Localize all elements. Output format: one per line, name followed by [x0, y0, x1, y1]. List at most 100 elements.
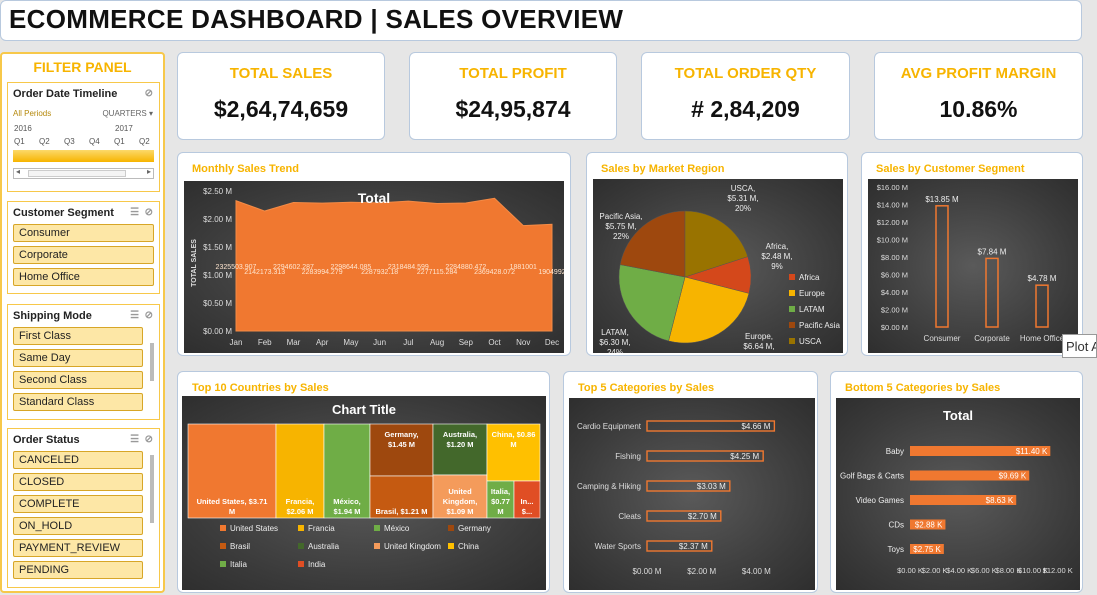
multi-select-icon[interactable]: ☰ — [130, 434, 139, 445]
scroll-left-icon[interactable]: ◂ — [16, 167, 20, 176]
timeline-title: Order Date Timeline — [13, 88, 118, 100]
clear-filter-icon[interactable]: ⊘ — [145, 88, 153, 99]
quarter-label: Q2 — [39, 137, 50, 146]
legend-swatch — [789, 322, 795, 328]
legend-label: India — [308, 560, 326, 569]
slicer-item-first-class[interactable]: First Class — [13, 327, 143, 345]
clear-filter-icon[interactable]: ⊘ — [145, 434, 153, 445]
multi-select-icon[interactable]: ☰ — [130, 310, 139, 321]
multi-select-icon[interactable]: ☰ — [130, 207, 139, 218]
slice-label: $6.30 M, — [599, 338, 630, 347]
customer-segment-slicer: Customer Segment ☰ ⊘ Consumer Corporate … — [7, 201, 160, 294]
monthly-sales-chart[interactable]: $0.00 M $0.50 M $1.00 M $1.50 M $2.00 M $2.50… — [184, 181, 566, 353]
kpi-card-total-order-qty: TOTAL ORDER QTY # 2,84,209 — [641, 52, 850, 140]
x-tick-label: Dec — [545, 338, 559, 347]
kpi-value: # 2,84,209 — [691, 96, 800, 122]
plot-area-tooltip: Plot A — [1062, 334, 1097, 358]
scroll-right-icon[interactable]: ▸ — [147, 167, 151, 176]
x-tick-label: $0.00 M — [633, 567, 662, 576]
kpi-card-total-sales: TOTAL SALES $2,64,74,659 — [177, 52, 385, 140]
x-tick-label: Jul — [403, 338, 413, 347]
x-tick-label: Apr — [316, 338, 329, 347]
slicer-item-on-hold[interactable]: ON_HOLD — [13, 517, 143, 535]
timeline-unit-dropdown[interactable]: QUARTERS ▾ — [102, 109, 153, 118]
slice-label: 24% — [607, 348, 623, 353]
legend-swatch — [448, 525, 454, 531]
tile-label: M — [497, 507, 503, 516]
customer-segment-chart[interactable]: $0.00 M $2.00 M $4.00 M $6.00 M $8.00 M $10.0… — [868, 179, 1078, 353]
x-tick-label: $0.00 K — [897, 566, 923, 575]
slicer-scrollbar[interactable] — [150, 343, 154, 381]
quarter-label: Q1 — [14, 137, 25, 146]
data-label: $7.84 M — [978, 247, 1007, 256]
slice-label: Europe, — [745, 332, 773, 341]
top-categories-chart[interactable]: Cardio Equipment $4.66 M Fishing $4.25 M Cam… — [569, 398, 815, 590]
category-label: Fishing — [615, 452, 641, 461]
legend-label: China — [458, 542, 479, 551]
y-tick-label: $12.00 M — [877, 218, 908, 227]
y-tick-label: $6.00 M — [881, 271, 908, 280]
x-tick-label: $6.00 K — [971, 566, 997, 575]
x-tick-label: Mar — [287, 338, 301, 347]
data-label: 1881001 — [510, 264, 537, 271]
tile-label: Brasil, $1.21 M — [375, 507, 427, 516]
y-tick-label: $1.50 M — [203, 243, 232, 252]
market-region-panel: Sales by Market Region Africa, $2.48 M, 9%… — [586, 152, 848, 361]
legend-swatch — [374, 543, 380, 549]
market-region-chart[interactable]: Africa,$2.48 M,9% Europe,$6.64 M,25% LATAM… — [593, 179, 843, 361]
slicer-item-closed[interactable]: CLOSED — [13, 473, 143, 491]
category-label: Cleats — [618, 512, 641, 521]
order-date-timeline[interactable]: Order Date Timeline ⊘ All Periods QUARTE… — [7, 82, 160, 192]
legend-swatch — [374, 525, 380, 531]
tile-label: In... — [521, 497, 534, 506]
category-label: Camping & Hiking — [577, 482, 641, 491]
legend-swatch — [448, 543, 454, 549]
timeline-scrollbar[interactable]: ◂ ▸ — [13, 167, 154, 179]
top-countries-panel: Top 10 Countries by Sales Chart Title Uni… — [177, 371, 550, 593]
category-label: Cardio Equipment — [577, 422, 642, 431]
panel-title: Sales by Market Region — [601, 163, 725, 175]
slicer-scrollbar[interactable] — [150, 455, 154, 523]
y-tick-label: $0.50 M — [203, 299, 232, 308]
customer-segment-panel: Sales by Customer Segment $0.00 M $2.00 M… — [861, 152, 1083, 356]
slicer-item-payment-review[interactable]: PAYMENT_REVIEW — [13, 539, 143, 557]
top-countries-chart[interactable]: Chart Title United States, $3.71 M Francia,… — [182, 396, 546, 590]
slicer-item-home-office[interactable]: Home Office — [13, 268, 154, 286]
kpi-label: TOTAL PROFIT — [459, 65, 567, 82]
slicer-item-canceled[interactable]: CANCELED — [13, 451, 143, 469]
tile-label: M — [510, 440, 516, 449]
slicer-item-pending[interactable]: PENDING — [13, 561, 143, 579]
slicer-item-complete[interactable]: COMPLETE — [13, 495, 143, 513]
monthly-sales-panel: Monthly Sales Trend $0.00 M $0.50 M $1.00 … — [177, 152, 571, 356]
slicer-item-standard-class[interactable]: Standard Class — [13, 393, 143, 411]
slice-label: $6.64 M, — [743, 342, 774, 351]
slicer-item-second-class[interactable]: Second Class — [13, 371, 143, 389]
clear-filter-icon[interactable]: ⊘ — [145, 310, 153, 321]
quarter-label: Q3 — [64, 137, 75, 146]
data-label: $4.78 M — [1028, 274, 1057, 283]
slicer-title: Customer Segment — [13, 207, 114, 219]
bottom-categories-chart[interactable]: Total Baby $11.40 K Golf Bags & Carts $9.69 … — [836, 398, 1080, 590]
x-tick-label: Nov — [516, 338, 530, 347]
slicer-item-corporate[interactable]: Corporate — [13, 246, 154, 264]
slice-label: USCA, — [731, 184, 755, 193]
data-label: $2.70 M — [688, 512, 717, 521]
slice-label: $2.48 M, — [761, 252, 792, 261]
x-tick-label: Oct — [488, 338, 501, 347]
header-bar: ECOMMERCE DASHBOARD | SALES OVERVIEW — [0, 0, 1082, 41]
y-tick-label: $0.00 M — [881, 323, 908, 332]
legend-label: Brasil — [230, 542, 250, 551]
timeline-range-bar[interactable] — [13, 150, 154, 162]
y-tick-label: $4.00 M — [881, 288, 908, 297]
segment-bar — [985, 257, 999, 328]
slicer-item-consumer[interactable]: Consumer — [13, 224, 154, 242]
legend-swatch — [789, 306, 795, 312]
clear-filter-icon[interactable]: ⊘ — [145, 207, 153, 218]
top-countries-svg: Chart TitleUnited States, $3.71MFrancia,… — [187, 402, 541, 569]
scroll-thumb[interactable] — [28, 170, 126, 177]
data-label: $3.03 M — [697, 482, 726, 491]
slicer-item-same-day[interactable]: Same Day — [13, 349, 143, 367]
shipping-mode-slicer: Shipping Mode ☰ ⊘ First Class Same Day S… — [7, 304, 160, 420]
kpi-value: $2,64,74,659 — [213, 96, 349, 122]
data-label: $2.37 M — [679, 542, 708, 551]
